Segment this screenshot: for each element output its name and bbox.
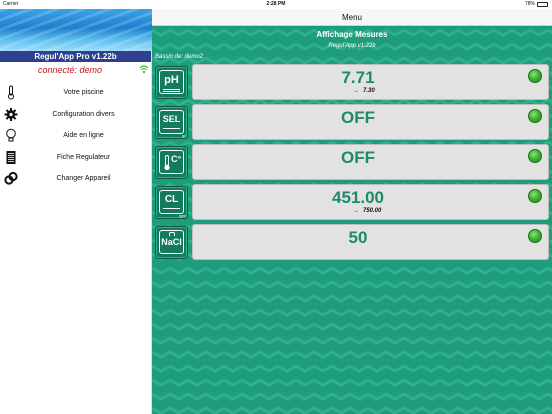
sel-icon: SEL: [159, 110, 184, 134]
target-arrow-icon: →: [353, 88, 359, 94]
status-led-icon: [528, 109, 542, 123]
lightbulb-icon: [6, 128, 16, 142]
nacl-button-label: NaCl: [161, 237, 182, 247]
status-led-icon: [528, 229, 542, 243]
sel-button[interactable]: SEL g/l: [155, 106, 188, 139]
gear-icon: [4, 107, 18, 121]
sidebar-item-configuration-divers[interactable]: Configuration divers: [0, 104, 151, 126]
ph-underline-2: [163, 91, 180, 92]
sidebar-app-title: Regul'App Pro v1.22b: [0, 51, 151, 62]
link-icon: [4, 171, 18, 185]
measure-row-sel: SEL g/l OFF: [155, 104, 549, 140]
measure-panel: 451.00 → 750.00: [192, 184, 549, 220]
cl-button-label: CL: [164, 194, 179, 205]
nacl-cap: [169, 232, 175, 236]
temperature-button[interactable]: C°: [155, 146, 188, 179]
measure-row-nacl: NaCl 50: [155, 224, 549, 260]
clock: 2:28 PM: [266, 1, 286, 7]
sidebar-item-votre-piscine[interactable]: Votre piscine: [0, 82, 151, 104]
measure-value: OFF: [341, 148, 375, 167]
status-bar: Carrier 2:28 PM 78%: [0, 0, 552, 9]
measure-value: 7.71: [341, 68, 375, 87]
target-value: 750.00: [363, 208, 382, 214]
sel-unit: g/l: [182, 134, 186, 138]
measures-title: Affichage Mesures: [316, 30, 388, 39]
measure-panel: 50: [192, 224, 549, 260]
cl-unit: ppm: [179, 214, 186, 218]
sel-button-label: SEL: [162, 114, 181, 124]
measures-subtitle: Regul'App v1.22b: [328, 43, 376, 49]
temperature-icon: C°: [159, 150, 184, 174]
thermometer-icon: [8, 85, 14, 100]
thermometer-icon: [164, 155, 170, 171]
ph-icon: pH: [159, 70, 184, 94]
sidebar-item-aide-en-ligne[interactable]: Aide en ligne: [0, 125, 151, 147]
target-arrow-icon: →: [353, 208, 359, 214]
document-icon: [6, 150, 16, 164]
measure-row-temperature: C° OFF: [155, 144, 549, 180]
measures-view: Affichage Mesures Regul'App v1.22b Bassi…: [152, 26, 552, 414]
status-led-icon: [528, 189, 542, 203]
temperature-button-label: C°: [171, 154, 182, 164]
ph-button-label: pH: [164, 74, 179, 86]
measure-value: 50: [348, 228, 368, 247]
measure-row-cl: CL ppm 451.00 → 750.00: [155, 184, 549, 220]
pool-banner-image: [0, 9, 152, 51]
sidebar-item-label: Aide en ligne: [63, 132, 104, 140]
measure-value: OFF: [341, 108, 375, 127]
measure-target: → 750.00: [353, 208, 381, 214]
sidebar-item-fiche-regulateur[interactable]: Fiche Regulateur: [0, 147, 151, 169]
sidebar-item-changer-appareil[interactable]: Changer Appareil: [0, 168, 151, 190]
sel-underline: [163, 128, 180, 129]
connection-status: connecté: demo: [0, 62, 151, 77]
sidebar: Regul'App Pro v1.22b connecté: demo Votr…: [0, 9, 152, 414]
battery-percent: 78%: [524, 1, 535, 7]
ph-underline: [163, 89, 180, 90]
wifi-icon: [139, 65, 149, 74]
ph-button[interactable]: pH: [155, 66, 188, 99]
cl-underline: [163, 208, 180, 209]
sidebar-menu: Votre piscine Configuration divers Aide …: [0, 82, 151, 190]
status-led-icon: [528, 69, 542, 83]
measure-value: 451.00: [332, 188, 384, 207]
target-value: 7.30: [363, 88, 375, 94]
nacl-button[interactable]: NaCl: [155, 226, 188, 259]
sidebar-item-label: Changer Appareil: [56, 175, 111, 183]
cl-icon: CL: [159, 190, 184, 214]
measure-panel: OFF: [192, 144, 549, 180]
sidebar-item-label: Fiche Regulateur: [56, 153, 111, 161]
measure-target: → 7.30: [353, 88, 375, 94]
cl-button[interactable]: CL ppm: [155, 186, 188, 219]
bassin-label: Bassin de: demo2: [155, 54, 204, 60]
nacl-icon: NaCl: [159, 230, 184, 254]
sidebar-item-label: Configuration divers: [52, 110, 115, 118]
navigation-bar: Menu: [152, 9, 552, 26]
measure-row-ph: pH 7.71 → 7.30: [155, 64, 549, 100]
status-led-icon: [528, 149, 542, 163]
main-panel: Menu Affichage Mesures Regul'App v1.22b …: [152, 9, 552, 414]
connection-status-text: connecté: demo: [37, 65, 103, 75]
measure-panel: OFF: [192, 104, 549, 140]
battery-indicator: 78%: [525, 1, 548, 7]
nav-title: Menu: [341, 13, 362, 22]
measure-panel: 7.71 → 7.30: [192, 64, 549, 100]
sidebar-item-label: Votre piscine: [63, 89, 104, 97]
battery-icon: [537, 1, 548, 7]
